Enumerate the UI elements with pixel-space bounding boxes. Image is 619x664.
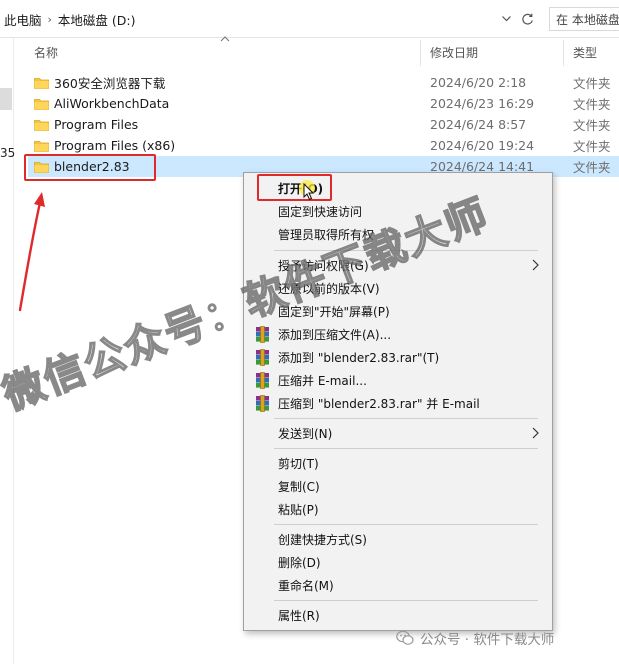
file-type: 文件夹 bbox=[573, 139, 611, 154]
column-divider[interactable] bbox=[563, 40, 564, 66]
menu-item-label: 添加到 "blender2.83.rar"(T) bbox=[278, 351, 440, 365]
menu-item[interactable]: 管理员取得所有权 bbox=[246, 223, 550, 246]
table-row[interactable]: 360安全浏览器下载 2024/6/20 2:18 文件夹 bbox=[28, 72, 619, 93]
menu-item-label: 授予访问权限(G) bbox=[278, 259, 369, 273]
winrar-icon bbox=[256, 349, 269, 366]
column-header-type[interactable]: 类型 bbox=[573, 38, 597, 66]
footer-watermark: 公众号 · 软件下载大师 bbox=[396, 628, 554, 648]
menu-item-label: 重命名(M) bbox=[278, 579, 334, 593]
menu-separator bbox=[274, 418, 538, 419]
menu-item[interactable]: 粘贴(P) bbox=[246, 498, 550, 521]
menu-item-label: 压缩到 "blender2.83.rar" 并 E-mail bbox=[278, 397, 480, 411]
menu-separator bbox=[274, 524, 538, 525]
menu-item[interactable]: 授予访问权限(G) bbox=[246, 254, 550, 277]
column-header-name[interactable]: 名称 bbox=[34, 38, 58, 66]
file-name: AliWorkbenchData bbox=[54, 96, 170, 111]
menu-item[interactable]: 创建快捷方式(S) bbox=[246, 528, 550, 551]
search-placeholder: 在 本地磁盘 bbox=[556, 12, 619, 27]
breadcrumb-chevron-icon[interactable]: › bbox=[46, 13, 54, 26]
winrar-icon bbox=[256, 372, 269, 389]
winrar-icon bbox=[256, 395, 269, 412]
menu-item[interactable]: 固定到"开始"屏幕(P) bbox=[246, 300, 550, 323]
file-type: 文件夹 bbox=[573, 160, 611, 175]
menu-item[interactable]: 发送到(N) bbox=[246, 422, 550, 445]
menu-item-label: 删除(D) bbox=[278, 556, 321, 570]
submenu-chevron-right-icon bbox=[532, 259, 539, 271]
winrar-icon bbox=[256, 326, 269, 343]
search-input[interactable]: 在 本地磁盘 bbox=[549, 7, 619, 31]
annotation-highlight-open bbox=[257, 174, 332, 201]
column-divider[interactable] bbox=[420, 40, 421, 66]
navigation-pane-selected-item[interactable] bbox=[0, 88, 12, 110]
file-date-modified: 2024/6/24 8:57 bbox=[430, 117, 527, 132]
menu-item[interactable]: 固定到快速访问 bbox=[246, 200, 550, 223]
file-date-modified: 2024/6/23 16:29 bbox=[430, 96, 535, 111]
submenu-chevron-right-icon bbox=[532, 427, 539, 439]
menu-separator bbox=[274, 448, 538, 449]
menu-item[interactable]: 删除(D) bbox=[246, 551, 550, 574]
address-bar: 此电脑 › 本地磁盘 (D:) 在 本地磁盘 bbox=[0, 0, 619, 38]
navigation-pane bbox=[0, 38, 14, 664]
menu-item-label: 发送到(N) bbox=[278, 427, 333, 441]
table-row[interactable]: Program Files 2024/6/24 8:57 文件夹 bbox=[28, 114, 619, 135]
annotation-arrow-icon bbox=[18, 192, 45, 312]
menu-item[interactable]: 剪切(T) bbox=[246, 452, 550, 475]
menu-item[interactable]: 压缩并 E-mail... bbox=[246, 369, 550, 392]
menu-item-label: 管理员取得所有权 bbox=[278, 228, 375, 242]
menu-item[interactable]: 添加到 "blender2.83.rar"(T) bbox=[246, 346, 550, 369]
menu-item[interactable]: 属性(R) bbox=[246, 604, 550, 627]
file-name: 360安全浏览器下载 bbox=[54, 76, 166, 91]
menu-item-label: 属性(R) bbox=[278, 609, 320, 623]
breadcrumb: 此电脑 › 本地磁盘 (D:) bbox=[0, 7, 152, 31]
navigation-pane-text-fragment: 35 bbox=[0, 146, 16, 160]
menu-item[interactable]: 压缩到 "blender2.83.rar" 并 E-mail bbox=[246, 392, 550, 415]
menu-item[interactable]: 添加到压缩文件(A)... bbox=[246, 323, 550, 346]
menu-separator bbox=[274, 250, 538, 251]
menu-item-label: 固定到快速访问 bbox=[278, 205, 363, 219]
table-row[interactable]: AliWorkbenchData 2024/6/23 16:29 文件夹 bbox=[28, 93, 619, 114]
column-header-date-modified[interactable]: 修改日期 bbox=[430, 38, 478, 66]
address-history-chevron-down-icon[interactable] bbox=[498, 10, 514, 28]
menu-item-label: 添加到压缩文件(A)... bbox=[278, 328, 392, 342]
menu-item[interactable]: 还原以前的版本(V) bbox=[246, 277, 550, 300]
folder-icon bbox=[34, 98, 49, 110]
wechat-icon bbox=[396, 630, 414, 645]
refresh-icon[interactable] bbox=[518, 10, 536, 28]
menu-item-label: 压缩并 E-mail... bbox=[278, 374, 367, 388]
sort-ascending-icon bbox=[220, 36, 230, 42]
table-row[interactable]: Program Files (x86) 2024/6/20 19:24 文件夹 bbox=[28, 135, 619, 156]
file-type: 文件夹 bbox=[573, 97, 611, 112]
folder-icon bbox=[34, 77, 49, 89]
annotation-highlight-folder bbox=[24, 154, 156, 181]
menu-item-label: 固定到"开始"屏幕(P) bbox=[278, 305, 390, 319]
file-date-modified: 2024/6/20 2:18 bbox=[430, 75, 527, 90]
menu-item-label: 还原以前的版本(V) bbox=[278, 282, 380, 296]
menu-separator bbox=[274, 600, 538, 601]
folder-icon bbox=[34, 140, 49, 152]
context-menu: 打开(O)固定到快速访问管理员取得所有权授予访问权限(G)还原以前的版本(V)固… bbox=[243, 172, 553, 631]
menu-item-label: 创建快捷方式(S) bbox=[278, 533, 367, 547]
menu-item-label: 复制(C) bbox=[278, 480, 320, 494]
menu-item[interactable]: 重命名(M) bbox=[246, 574, 550, 597]
menu-item[interactable]: 复制(C) bbox=[246, 475, 550, 498]
file-type: 文件夹 bbox=[573, 76, 611, 91]
file-date-modified: 2024/6/20 19:24 bbox=[430, 138, 535, 153]
breadcrumb-drive-d[interactable]: 本地磁盘 (D:) bbox=[54, 10, 140, 29]
file-name: Program Files bbox=[54, 117, 139, 132]
folder-icon bbox=[34, 119, 49, 131]
breadcrumb-this-pc[interactable]: 此电脑 bbox=[0, 10, 46, 29]
menu-item-label: 剪切(T) bbox=[278, 457, 319, 471]
menu-item-label: 粘贴(P) bbox=[278, 503, 319, 517]
mouse-cursor-icon bbox=[303, 183, 315, 201]
file-name: Program Files (x86) bbox=[54, 138, 176, 153]
file-type: 文件夹 bbox=[573, 118, 611, 133]
footer-watermark-text: 公众号 · 软件下载大师 bbox=[420, 632, 555, 648]
